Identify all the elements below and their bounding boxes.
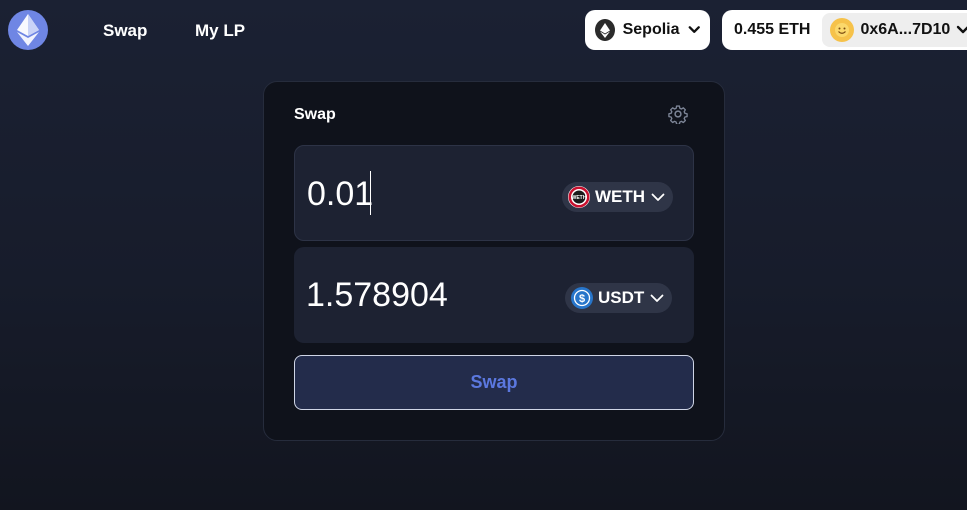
to-token-panel: $ USDT bbox=[294, 247, 694, 343]
swap-card: Swap WETH WETH bbox=[263, 81, 725, 441]
weth-icon: WETH bbox=[568, 186, 590, 208]
account-address-button[interactable]: 0x6A...7D10 bbox=[822, 13, 967, 47]
chevron-down-icon bbox=[651, 193, 665, 201]
nav-my-lp[interactable]: My LP bbox=[195, 21, 245, 41]
eth-balance: 0.455 ETH bbox=[734, 21, 811, 38]
from-token-selector[interactable]: WETH WETH bbox=[562, 182, 674, 212]
chevron-down-icon bbox=[957, 25, 967, 34]
gear-icon[interactable] bbox=[668, 104, 688, 124]
usdt-icon: $ bbox=[571, 287, 593, 309]
to-token-selector[interactable]: $ USDT bbox=[565, 283, 673, 313]
app-logo[interactable] bbox=[8, 10, 48, 50]
ethereum-icon bbox=[595, 19, 615, 41]
account-address: 0x6A...7D10 bbox=[860, 21, 951, 38]
from-token-panel: WETH WETH bbox=[294, 145, 694, 241]
nav-swap[interactable]: Swap bbox=[103, 21, 147, 41]
from-amount-input[interactable] bbox=[307, 174, 527, 214]
from-token-label: WETH bbox=[595, 187, 646, 206]
swap-card-title: Swap bbox=[294, 106, 336, 123]
to-token-label: USDT bbox=[598, 288, 645, 307]
chevron-down-icon bbox=[650, 294, 664, 302]
text-caret bbox=[370, 171, 371, 215]
ethereum-icon bbox=[17, 14, 39, 46]
avatar bbox=[830, 18, 855, 42]
network-selector[interactable]: Sepolia bbox=[585, 10, 710, 50]
to-amount-input[interactable] bbox=[306, 275, 526, 315]
chevron-down-icon bbox=[688, 26, 700, 33]
account-widget[interactable]: 0.455 ETH 0x6A...7D10 bbox=[722, 10, 967, 50]
swap-button[interactable]: Swap bbox=[294, 355, 694, 410]
svg-text:$: $ bbox=[579, 293, 585, 305]
network-label: Sepolia bbox=[622, 21, 680, 38]
svg-text:WETH: WETH bbox=[572, 195, 587, 201]
